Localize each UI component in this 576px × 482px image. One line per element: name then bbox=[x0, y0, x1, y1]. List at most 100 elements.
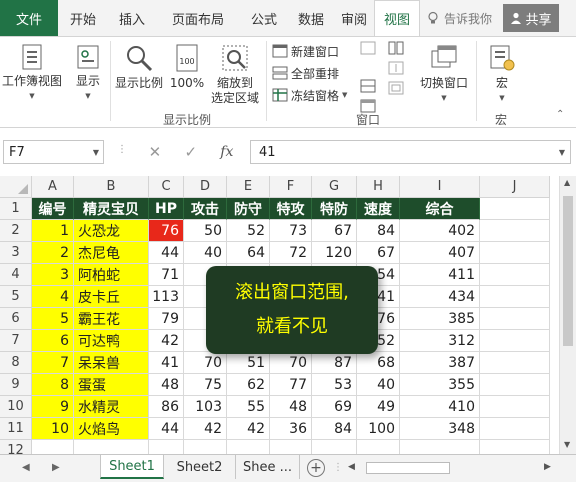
vertical-scrollbar[interactable]: ▲ ▼ bbox=[559, 176, 576, 454]
table-cell[interactable]: 76 bbox=[149, 220, 184, 242]
sheet-tab-sheet2[interactable]: Sheet2 bbox=[164, 455, 236, 479]
scroll-right-icon[interactable]: ▶ bbox=[544, 462, 551, 472]
table-cell[interactable]: 3 bbox=[32, 264, 74, 286]
table-cell[interactable]: 69 bbox=[312, 396, 357, 418]
table-cell[interactable]: 62 bbox=[227, 374, 270, 396]
table-cell[interactable]: 120 bbox=[312, 242, 357, 264]
arrange-all-button[interactable]: 全部重排 bbox=[272, 63, 339, 83]
table-cell[interactable]: 44 bbox=[149, 242, 184, 264]
table-cell[interactable]: 70 bbox=[270, 352, 312, 374]
table-cell[interactable]: 4 bbox=[32, 286, 74, 308]
scroll-left-icon[interactable]: ◀ bbox=[348, 462, 355, 472]
table-cell[interactable]: 阿柏蛇 bbox=[74, 264, 149, 286]
table-cell[interactable]: 407 bbox=[400, 242, 480, 264]
table-cell[interactable]: 355 bbox=[400, 374, 480, 396]
switch-windows-button[interactable]: 切换窗口 ▼ bbox=[416, 43, 472, 106]
table-cell[interactable]: 火恐龙 bbox=[74, 220, 149, 242]
table-cell[interactable]: 49 bbox=[357, 396, 400, 418]
table-cell[interactable]: 火焰鸟 bbox=[74, 418, 149, 440]
table-cell[interactable]: 84 bbox=[312, 418, 357, 440]
table-header-cell[interactable]: 攻击 bbox=[184, 198, 227, 220]
tab-review[interactable]: 审阅 bbox=[334, 0, 374, 36]
table-cell[interactable]: 348 bbox=[400, 418, 480, 440]
table-cell[interactable]: 52 bbox=[227, 220, 270, 242]
table-cell[interactable]: 41 bbox=[149, 352, 184, 374]
share-button[interactable]: 共享 bbox=[503, 4, 559, 32]
row-header[interactable]: 5 bbox=[0, 286, 32, 308]
cell[interactable] bbox=[480, 330, 550, 352]
scroll-down-icon[interactable]: ▼ bbox=[564, 440, 570, 449]
column-header-b[interactable]: B bbox=[74, 176, 149, 198]
tab-insert[interactable]: 插入 bbox=[108, 0, 156, 36]
column-header-d[interactable]: D bbox=[184, 176, 227, 198]
column-header-e[interactable]: E bbox=[227, 176, 270, 198]
split-icon[interactable] bbox=[360, 79, 376, 93]
zoom-button[interactable]: 显示比例 bbox=[112, 43, 166, 91]
table-cell[interactable]: 73 bbox=[270, 220, 312, 242]
table-cell[interactable]: 100 bbox=[357, 418, 400, 440]
table-cell[interactable]: 77 bbox=[270, 374, 312, 396]
tab-file[interactable]: 文件 bbox=[0, 0, 58, 36]
vertical-scroll-thumb[interactable] bbox=[563, 196, 573, 346]
freeze-panes-button[interactable]: 冻结窗格 ▼ bbox=[272, 85, 347, 105]
table-cell[interactable]: 64 bbox=[227, 242, 270, 264]
row-header[interactable]: 2 bbox=[0, 220, 32, 242]
cell[interactable] bbox=[480, 286, 550, 308]
table-cell[interactable]: 67 bbox=[312, 220, 357, 242]
reset-window-position-icon[interactable] bbox=[388, 81, 404, 95]
table-cell[interactable]: 9 bbox=[32, 396, 74, 418]
horizontal-scroll-thumb[interactable] bbox=[366, 462, 450, 474]
table-cell[interactable]: 7 bbox=[32, 352, 74, 374]
table-cell[interactable]: 402 bbox=[400, 220, 480, 242]
row-header[interactable]: 10 bbox=[0, 396, 32, 418]
row-header[interactable]: 9 bbox=[0, 374, 32, 396]
confirm-icon[interactable]: ✓ bbox=[184, 143, 197, 161]
table-cell[interactable]: 44 bbox=[149, 418, 184, 440]
row-header[interactable]: 3 bbox=[0, 242, 32, 264]
table-cell[interactable]: 48 bbox=[149, 374, 184, 396]
tell-me-search[interactable]: 告诉我你 bbox=[426, 0, 492, 36]
column-header-c[interactable]: C bbox=[149, 176, 184, 198]
cell[interactable] bbox=[480, 352, 550, 374]
view-side-by-side-icon[interactable] bbox=[388, 41, 404, 55]
table-cell[interactable]: 72 bbox=[270, 242, 312, 264]
cell[interactable] bbox=[480, 264, 550, 286]
sheet-tab-sheet1[interactable]: Sheet1 bbox=[100, 455, 164, 479]
column-header-h[interactable]: H bbox=[357, 176, 400, 198]
table-cell[interactable]: 48 bbox=[270, 396, 312, 418]
table-cell[interactable]: 410 bbox=[400, 396, 480, 418]
cell[interactable] bbox=[480, 374, 550, 396]
table-cell[interactable]: 水精灵 bbox=[74, 396, 149, 418]
table-cell[interactable]: 呆呆兽 bbox=[74, 352, 149, 374]
table-cell[interactable]: 皮卡丘 bbox=[74, 286, 149, 308]
tab-data[interactable]: 数据 bbox=[288, 0, 334, 36]
table-cell[interactable]: 113 bbox=[149, 286, 184, 308]
table-cell[interactable]: 42 bbox=[227, 418, 270, 440]
table-header-cell[interactable]: 特防 bbox=[312, 198, 357, 220]
table-cell[interactable]: 312 bbox=[400, 330, 480, 352]
column-header-i[interactable]: I bbox=[400, 176, 480, 198]
row-header[interactable]: 1 bbox=[0, 198, 32, 220]
cell[interactable] bbox=[480, 198, 550, 220]
table-cell[interactable]: 1 bbox=[32, 220, 74, 242]
macros-button[interactable]: 宏 ▼ bbox=[482, 43, 522, 106]
table-cell[interactable]: 87 bbox=[312, 352, 357, 374]
row-header[interactable]: 11 bbox=[0, 418, 32, 440]
table-cell[interactable]: 55 bbox=[227, 396, 270, 418]
cell[interactable] bbox=[480, 396, 550, 418]
table-cell[interactable]: 6 bbox=[32, 330, 74, 352]
add-sheet-button[interactable]: + bbox=[307, 459, 325, 477]
table-cell[interactable]: 434 bbox=[400, 286, 480, 308]
unhide-window-icon[interactable] bbox=[360, 41, 376, 55]
table-cell[interactable]: 5 bbox=[32, 308, 74, 330]
table-cell[interactable]: 蛋蛋 bbox=[74, 374, 149, 396]
insert-function-icon[interactable]: fx bbox=[220, 144, 233, 160]
table-cell[interactable]: 40 bbox=[357, 374, 400, 396]
tab-home[interactable]: 开始 bbox=[58, 0, 108, 36]
row-header[interactable]: 6 bbox=[0, 308, 32, 330]
cell[interactable] bbox=[480, 308, 550, 330]
horizontal-scrollbar[interactable]: ◀ ▶ bbox=[344, 461, 556, 475]
cell[interactable] bbox=[480, 220, 550, 242]
table-cell[interactable]: 50 bbox=[184, 220, 227, 242]
chevron-down-icon[interactable]: ▼ bbox=[93, 148, 99, 157]
